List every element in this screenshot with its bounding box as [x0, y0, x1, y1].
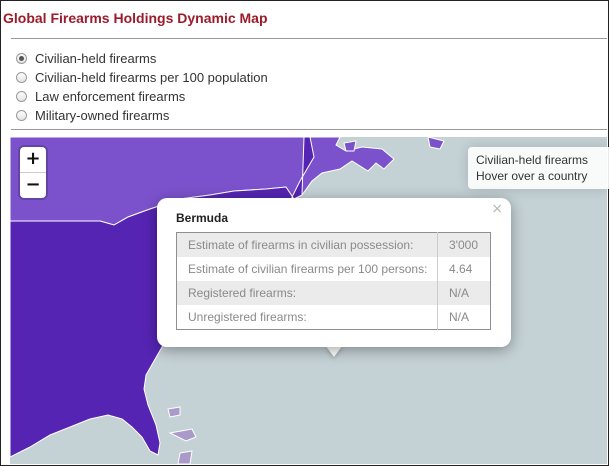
divider: [11, 38, 607, 39]
radio-button[interactable]: [16, 91, 27, 102]
country-bahamas[interactable]: [177, 450, 193, 464]
radio-military[interactable]: Military-owned firearms: [16, 106, 268, 125]
country-caribbean[interactable]: [167, 406, 181, 418]
row-label: Estimate of civilian firearms per 100 pe…: [188, 262, 428, 276]
divider: [11, 129, 607, 130]
popup-country-name: Bermuda: [176, 211, 229, 225]
radio-civilian-per-100[interactable]: Civilian-held firearms per 100 populatio…: [16, 68, 268, 87]
radio-label: Law enforcement firearms: [35, 89, 186, 104]
table-row: Unregistered firearms: N/A: [177, 305, 491, 330]
radio-civilian-held[interactable]: Civilian-held firearms: [16, 49, 268, 68]
close-icon[interactable]: ×: [491, 201, 503, 217]
table-row: Estimate of firearms in civilian possess…: [176, 232, 491, 257]
info-hint: Hover over a country: [476, 169, 588, 183]
radio-label: Military-owned firearms: [35, 108, 170, 123]
row-label: Registered firearms:: [176, 281, 438, 305]
table-row: Estimate of civilian firearms per 100 pe…: [177, 257, 491, 281]
info-layer-name: Civilian-held firearms: [476, 153, 589, 167]
page-title: Global Firearms Holdings Dynamic Map: [3, 10, 268, 26]
radio-button[interactable]: [16, 110, 27, 121]
info-panel: Civilian-held firearms Hover over a coun…: [468, 147, 609, 189]
zoom-out-button[interactable]: −: [20, 173, 46, 198]
table-row: Registered firearms: N/A: [176, 281, 491, 305]
country-canada-island[interactable]: [427, 137, 445, 150]
radio-label: Civilian-held firearms: [35, 51, 157, 66]
row-label: Unregistered firearms:: [188, 310, 307, 324]
country-popup: × Bermuda Estimate of firearms in civili…: [157, 198, 511, 347]
layer-radio-group: Civilian-held firearms Civilian-held fir…: [16, 49, 268, 125]
row-value: 3'000: [437, 232, 491, 257]
zoom-control: + −: [20, 147, 46, 198]
row-label: Estimate of firearms in civilian possess…: [176, 232, 438, 257]
popup-stats-table: Estimate of firearms in civilian possess…: [176, 232, 491, 330]
row-value: 4.64: [437, 257, 491, 281]
radio-button[interactable]: [16, 53, 27, 64]
zoom-in-button[interactable]: +: [20, 147, 46, 173]
radio-button[interactable]: [16, 72, 27, 83]
row-value: N/A: [437, 281, 491, 305]
radio-label: Civilian-held firearms per 100 populatio…: [35, 70, 268, 85]
row-value: N/A: [437, 305, 491, 330]
radio-law-enforcement[interactable]: Law enforcement firearms: [16, 87, 268, 106]
country-canada-island[interactable]: [343, 140, 357, 152]
country-cuba[interactable]: [168, 428, 197, 442]
